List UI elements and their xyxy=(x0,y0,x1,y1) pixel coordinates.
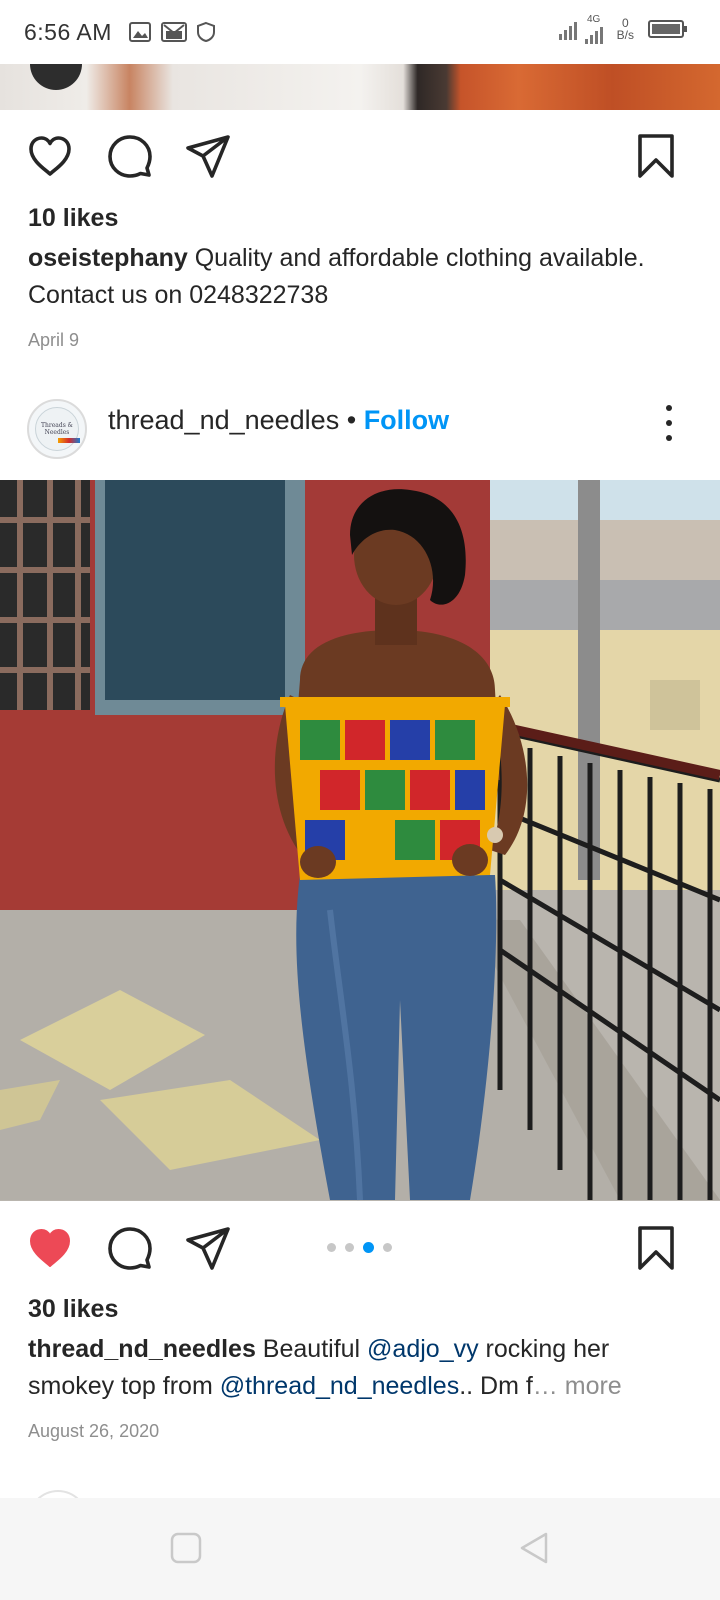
data-speed: 0 B/s xyxy=(617,17,634,41)
send-icon[interactable] xyxy=(184,1224,232,1272)
signal-icon xyxy=(558,18,577,40)
send-icon[interactable] xyxy=(184,132,232,180)
system-navigation-bar xyxy=(0,1498,720,1600)
previous-post-image[interactable] xyxy=(0,64,720,110)
mention-link-2[interactable]: @thread_nd_needles xyxy=(220,1372,459,1400)
image-tag-indicator[interactable] xyxy=(30,64,82,90)
post-date: August 26, 2020 xyxy=(28,1421,160,1441)
gallery-icon xyxy=(128,22,151,42)
data-speed-unit: B/s xyxy=(616,28,634,42)
notification-icons xyxy=(128,21,216,43)
post-image[interactable] xyxy=(0,480,720,1201)
previous-caption-username[interactable]: oseistephany xyxy=(28,244,188,272)
previous-caption: oseistephany Quality and affordable clot… xyxy=(28,240,698,314)
previous-likes-count[interactable]: 10 likes xyxy=(28,204,118,233)
post-actions xyxy=(0,1202,720,1292)
shield-icon xyxy=(196,21,215,43)
post-header: Threads & Needles thread_nd_needles • Fo… xyxy=(0,393,720,473)
avatar[interactable]: Threads & Needles xyxy=(27,399,87,459)
previous-post-date: April 9 xyxy=(28,330,80,350)
more-vertical-icon[interactable] xyxy=(664,405,674,441)
post-username-line: thread_nd_needles • Follow xyxy=(108,405,449,436)
follow-button[interactable]: Follow xyxy=(364,405,449,435)
mention-link-1[interactable]: @adjo_vy xyxy=(367,1335,479,1363)
network-indicator: 4G xyxy=(584,14,603,44)
signal-4g-icon xyxy=(584,26,603,44)
caption-text-1: Beautiful xyxy=(255,1335,368,1363)
recents-icon[interactable] xyxy=(168,1530,204,1566)
separator-dot: • xyxy=(346,405,357,435)
post-caption: thread_nd_needles Beautiful @adjo_vy roc… xyxy=(28,1331,698,1405)
avatar-logo: Threads & Needles xyxy=(35,407,80,451)
battery-icon xyxy=(648,20,687,38)
back-icon[interactable] xyxy=(516,1530,552,1566)
mail-icon xyxy=(160,22,187,42)
avatar-logo-text: Threads & Needles xyxy=(40,422,74,436)
carousel-dot xyxy=(383,1243,392,1252)
more-link[interactable]: more xyxy=(565,1372,622,1400)
carousel-dot xyxy=(345,1243,354,1252)
caption-ellipsis: … xyxy=(532,1372,558,1400)
bookmark-icon[interactable] xyxy=(632,132,680,180)
comment-icon[interactable] xyxy=(106,132,154,180)
carousel-dot xyxy=(327,1243,336,1252)
system-icons: 4G 0 B/s xyxy=(558,14,687,44)
heart-icon[interactable] xyxy=(26,132,74,180)
caption-text-3: .. Dm f xyxy=(459,1372,533,1400)
status-time: 6:56 AM xyxy=(24,18,112,45)
home-icon[interactable] xyxy=(342,1530,378,1566)
likes-count[interactable]: 30 likes xyxy=(28,1295,118,1324)
post-username[interactable]: thread_nd_needles xyxy=(108,405,339,435)
post-photo xyxy=(0,480,720,1201)
bookmark-icon[interactable] xyxy=(632,1224,680,1272)
caption-username[interactable]: thread_nd_needles xyxy=(28,1335,256,1363)
comment-icon[interactable] xyxy=(106,1224,154,1272)
status-bar: 6:56 AM 4G 0 B/s xyxy=(0,0,720,64)
carousel-dot-active xyxy=(363,1242,374,1253)
carousel-indicator xyxy=(327,1242,392,1253)
previous-post-actions xyxy=(0,110,720,200)
heart-filled-icon[interactable] xyxy=(26,1224,74,1272)
network-type-label: 4G xyxy=(586,14,601,25)
